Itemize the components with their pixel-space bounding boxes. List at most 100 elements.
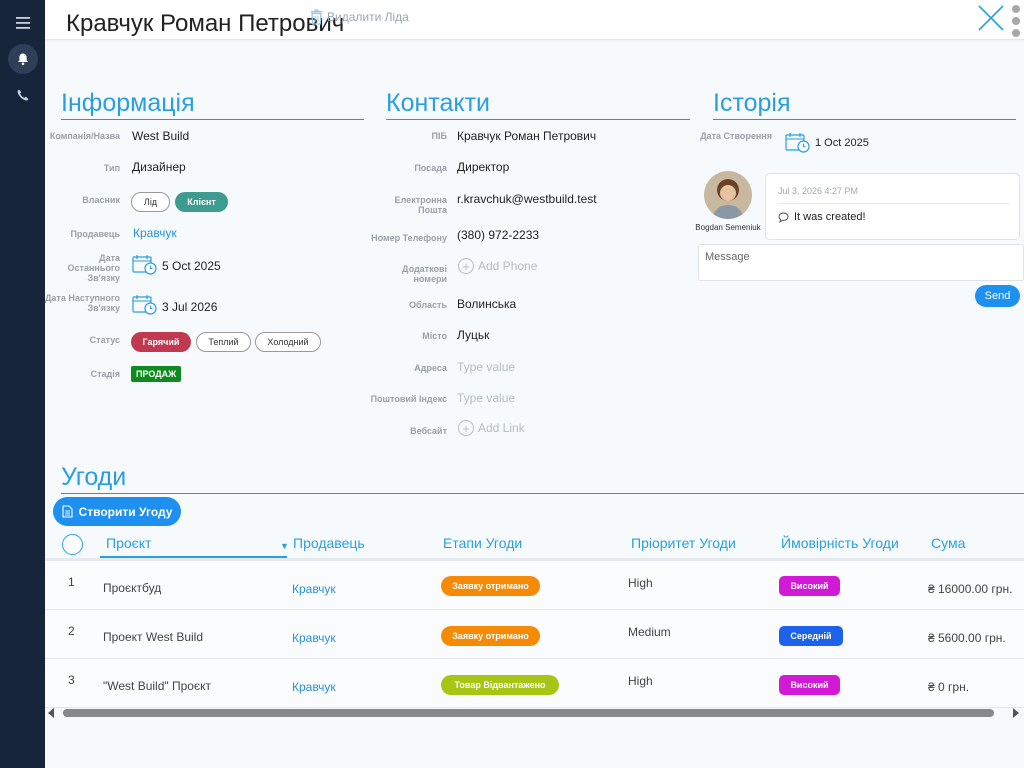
sort-arrow-icon[interactable]: ▼: [280, 541, 289, 551]
extra-phones-label: Додаткові номери: [402, 264, 447, 284]
last-call-label: Дата Останнього Зв'язку: [67, 253, 120, 283]
stage-label: Стадія: [90, 369, 120, 379]
row-seller-link[interactable]: Кравчук: [292, 631, 336, 645]
table-row[interactable]: 1 Проєктбуд Кравчук Заявку отримано High…: [45, 561, 1024, 610]
city-label: Місто: [422, 331, 447, 341]
trash-icon: [311, 9, 322, 25]
author-name: Bogdan Semeniuk: [695, 223, 761, 232]
address-input[interactable]: Type value: [457, 360, 515, 374]
zip-label: Поштовий Індекс: [370, 394, 447, 404]
column-header-seller[interactable]: Продавець: [293, 535, 365, 551]
next-call-value: 3 Jul 2026: [162, 300, 218, 314]
status-option-cold[interactable]: Холодний: [255, 332, 321, 352]
scrollbar-thumb[interactable]: [63, 709, 994, 717]
delete-lead-button[interactable]: Видалити Ліда: [310, 9, 409, 25]
lead-panel: Кравчук Роман Петрович Видалити Ліда Інф…: [45, 0, 1024, 768]
send-button[interactable]: Send: [975, 285, 1020, 307]
calendar-clock-icon: [785, 132, 811, 157]
row-project[interactable]: Проєктбуд: [103, 581, 161, 595]
website-label: Вебсайт: [410, 426, 447, 436]
more-options-icon[interactable]: [1012, 5, 1022, 41]
row-number: 1: [68, 575, 75, 589]
stage-badge[interactable]: ПРОДАЖ: [131, 366, 182, 382]
plus-icon: +: [458, 258, 474, 274]
email-value[interactable]: r.kravchuk@westbuild.test: [457, 192, 597, 206]
entry-message: It was created!: [778, 211, 866, 223]
last-call-value: 5 Oct 2025: [162, 259, 221, 273]
status-option-warm[interactable]: Теплий: [196, 332, 251, 352]
avatar: [704, 171, 752, 219]
company-label: Компанія/Назва: [49, 131, 120, 141]
add-phone-label: Add Phone: [478, 259, 538, 273]
row-seller-link[interactable]: Кравчук: [292, 680, 336, 694]
row-priority: High: [628, 674, 653, 688]
table-row[interactable]: 3 "West Build" Проєкт Кравчук Товар Відв…: [45, 659, 1024, 708]
scroll-right-icon[interactable]: [1013, 708, 1019, 718]
company-value[interactable]: West Build: [132, 129, 189, 143]
bell-icon[interactable]: [8, 44, 38, 74]
phone-value[interactable]: (380) 972-2233: [457, 228, 539, 242]
seller-link[interactable]: Кравчук: [133, 226, 177, 240]
row-stage-badge[interactable]: Заявку отримано: [441, 626, 540, 646]
lead-name: Кравчук Роман Петрович: [66, 10, 345, 37]
deals-section-title: Угоди: [61, 462, 1024, 494]
history-section-title: Історія: [713, 88, 1016, 120]
row-number: 2: [68, 624, 75, 638]
close-icon[interactable]: [977, 4, 1005, 32]
address-label: Адреса: [414, 363, 447, 373]
owner-option-client[interactable]: Клієнт: [175, 192, 228, 212]
column-header-sum[interactable]: Сума: [931, 535, 965, 551]
table-row[interactable]: 2 Проект West Build Кравчук Заявку отрим…: [45, 610, 1024, 659]
scroll-left-icon[interactable]: [48, 708, 54, 718]
column-header-priority[interactable]: Пріоритет Угоди: [631, 535, 736, 551]
row-priority: Medium: [628, 625, 671, 639]
column-header-project[interactable]: Проєкт: [106, 535, 151, 551]
type-value[interactable]: Дизайнер: [132, 160, 186, 174]
create-deal-button[interactable]: Створити Угоду: [53, 497, 181, 526]
calendar-clock-icon[interactable]: [132, 294, 158, 319]
document-icon: [62, 505, 73, 518]
add-phone-button[interactable]: + Add Phone: [458, 258, 537, 274]
region-value[interactable]: Волинська: [457, 297, 516, 311]
fullname-label: ПІБ: [431, 131, 447, 141]
row-priority: High: [628, 576, 653, 590]
fullname-value[interactable]: Кравчук Роман Петрович: [457, 129, 596, 143]
calendar-clock-icon[interactable]: [132, 254, 158, 279]
plus-icon: +: [458, 420, 474, 436]
left-rail: [0, 0, 45, 768]
column-header-probability[interactable]: Ймовірність Угоди: [781, 535, 899, 551]
menu-icon[interactable]: [8, 8, 38, 38]
horizontal-scrollbar[interactable]: [45, 706, 1024, 720]
type-label: Тип: [103, 163, 120, 173]
row-number: 3: [68, 673, 75, 687]
row-seller-link[interactable]: Кравчук: [292, 582, 336, 596]
phone-icon[interactable]: [8, 80, 38, 110]
history-entry: Jul 3, 2026 4:27 PM It was created!: [765, 173, 1020, 240]
add-link-button[interactable]: + Add Link: [458, 420, 525, 436]
owner-option-lead[interactable]: Лід: [131, 192, 170, 212]
status-label: Статус: [89, 335, 120, 345]
row-stage-badge[interactable]: Заявку отримано: [441, 576, 540, 596]
row-project[interactable]: Проект West Build: [103, 630, 203, 644]
select-all-checkbox[interactable]: [62, 534, 83, 555]
phone-label: Номер Телефону: [371, 233, 447, 243]
status-option-hot[interactable]: Гарячий: [131, 332, 191, 352]
row-stage-badge[interactable]: Товар Відвантажено: [441, 675, 559, 695]
region-label: Область: [408, 300, 447, 310]
message-input[interactable]: [698, 244, 1024, 281]
row-sum: ₴ 5600.00 грн.: [928, 631, 1006, 645]
row-project[interactable]: "West Build" Проєкт: [103, 679, 211, 693]
city-value[interactable]: Луцьк: [457, 328, 489, 342]
comment-icon: [778, 212, 789, 223]
next-call-label: Дата Наступного Зв'язку: [45, 293, 120, 313]
position-label: Посада: [414, 163, 447, 173]
column-header-stage[interactable]: Етапи Угоди: [443, 535, 522, 551]
zip-input[interactable]: Type value: [457, 391, 515, 405]
row-probability-badge[interactable]: Високий: [779, 576, 840, 596]
row-probability-badge[interactable]: Високий: [779, 675, 840, 695]
position-value[interactable]: Директор: [457, 160, 509, 174]
info-section-title: Інформація: [61, 88, 364, 120]
delete-lead-label: Видалити Ліда: [327, 10, 409, 24]
owner-label: Власник: [82, 195, 120, 205]
row-probability-badge[interactable]: Середній: [779, 626, 843, 646]
